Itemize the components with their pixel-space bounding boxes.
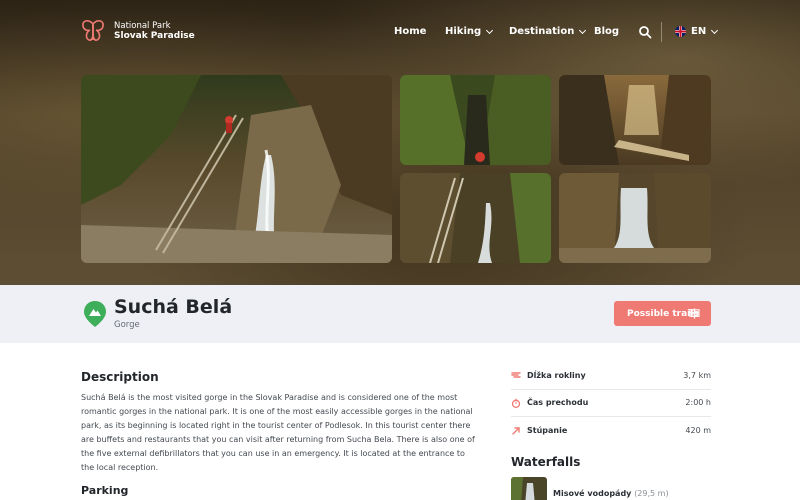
nav-blog[interactable]: Blog (594, 26, 619, 37)
gallery-photo-4[interactable] (400, 173, 551, 263)
uk-flag-icon (675, 26, 686, 37)
stat-row-ascent: Stúpanie 420 m (511, 417, 711, 445)
stat-value: 2:00 h (685, 398, 711, 408)
stat-label: Dĺžka rokliny (527, 370, 586, 380)
nav-hiking-label: Hiking (445, 26, 482, 37)
chevron-down-icon (711, 26, 719, 34)
nav-home-label: Home (394, 26, 427, 37)
nav-destination-label: Destination (509, 26, 575, 37)
gorge-length-icon (511, 372, 521, 378)
page-title: Suchá Belá (114, 296, 233, 318)
language-label: EN (691, 26, 707, 37)
waterfalls-heading: Waterfalls (511, 455, 581, 469)
stat-label: Čas prechodu (527, 398, 589, 408)
gorge-stats: Dĺžka rokliny 3,7 km Čas prechodu 2:00 h… (511, 362, 711, 445)
gallery-photo-main[interactable] (81, 75, 392, 263)
waterfall-name: Misové vodopády (553, 489, 632, 498)
search-icon[interactable] (638, 25, 652, 39)
signpost-icon (689, 308, 700, 319)
nav-blog-label: Blog (594, 26, 620, 37)
gallery-photo-3[interactable] (559, 75, 711, 165)
logo-line-2: Slovak Paradise (114, 31, 195, 41)
chevron-down-icon (579, 26, 587, 34)
ascent-arrow-icon (512, 427, 520, 435)
site-logo[interactable]: National Park Slovak Paradise (80, 18, 195, 44)
place-type: Gorge (114, 320, 140, 330)
boardwalk-gorge-image (559, 75, 711, 165)
waterfall-thumbnail[interactable] (511, 477, 547, 500)
possible-trails-button[interactable]: Possible trails (614, 301, 711, 326)
ladder-cascade-image (400, 173, 551, 263)
stat-value: 3,7 km (683, 370, 711, 380)
mountain-pin-icon (84, 301, 106, 327)
stat-label: Stúpanie (527, 426, 568, 436)
butterfly-logo-icon (82, 20, 104, 41)
parking-heading: Parking (81, 484, 129, 497)
possible-trails-label: Possible trails (627, 308, 699, 319)
nav-destination[interactable]: Destination (509, 26, 587, 37)
ladder-waterfall-image (81, 75, 392, 263)
chevron-down-icon (486, 26, 494, 34)
green-gorge-image (400, 75, 551, 165)
nav-divider (661, 22, 662, 42)
language-selector[interactable]: EN (675, 26, 719, 37)
waterfall-height: (29,5 m) (634, 489, 669, 498)
description-heading: Description (81, 370, 159, 384)
nav-hiking[interactable]: Hiking (445, 26, 494, 37)
gallery-photo-5[interactable] (559, 173, 711, 263)
waterfall-image (559, 173, 711, 263)
logo-text: National Park Slovak Paradise (114, 21, 195, 41)
stat-row-length: Dĺžka rokliny 3,7 km (511, 362, 711, 390)
stat-row-time: Čas prechodu 2:00 h (511, 390, 711, 417)
logo-line-1: National Park (114, 21, 171, 31)
nav-home[interactable]: Home (394, 26, 426, 37)
waterfall-item[interactable]: Misové vodopády (29,5 m) (553, 489, 669, 498)
top-navigation: National Park Slovak Paradise Home Hikin… (0, 0, 800, 64)
waterfall-thumbnail-image (511, 477, 547, 500)
stat-value: 420 m (685, 426, 711, 436)
description-text: Suchá Belá is the most visited gorge in … (81, 393, 475, 472)
stopwatch-icon (511, 398, 521, 408)
gallery-photo-2[interactable] (400, 75, 551, 165)
